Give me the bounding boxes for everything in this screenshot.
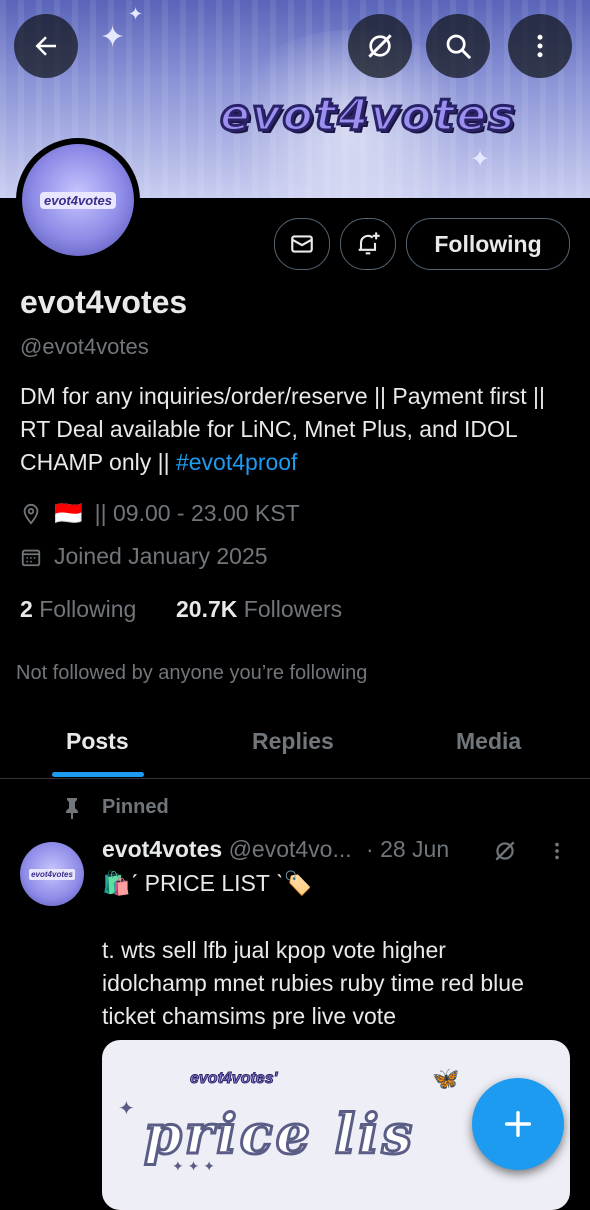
- post-author-name[interactable]: evot4votes: [102, 836, 222, 862]
- avatar-logo-text: evot4votes: [40, 191, 116, 209]
- location-text: || 09.00 - 23.00 KST: [94, 500, 300, 526]
- tab-replies[interactable]: Replies: [252, 728, 334, 755]
- envelope-icon: [291, 235, 313, 253]
- tab-media[interactable]: Media: [456, 728, 521, 755]
- post-header: evot4votes @evot4vo... · 28 Jun: [102, 836, 449, 863]
- search-button[interactable]: [426, 14, 490, 78]
- sparkle-icon: ✦: [100, 21, 126, 54]
- pinned-label: Pinned: [102, 796, 169, 818]
- more-vertical-icon: [537, 34, 543, 58]
- followers-label: Followers: [243, 596, 343, 622]
- profile-location: 🇮🇩 || 09.00 - 23.00 KST: [20, 500, 300, 527]
- post-author-avatar[interactable]: evot4votes: [20, 842, 84, 906]
- social-context: Not followed by anyone you’re following: [16, 662, 368, 684]
- arrow-left-icon: [35, 36, 56, 56]
- joined-text: Joined January 2025: [54, 543, 268, 569]
- post-body: t. wts sell lfb jual kpop vote higher id…: [102, 937, 524, 1029]
- calendar-icon: [21, 549, 41, 566]
- notifications-button[interactable]: [340, 218, 396, 270]
- post-date[interactable]: · 28 Jun: [366, 836, 449, 862]
- following-button[interactable]: Following: [406, 218, 570, 270]
- profile-name: evot4votes: [20, 284, 188, 320]
- following-count: 2: [20, 596, 33, 622]
- profile-joined: Joined January 2025: [20, 543, 268, 570]
- search-icon: [446, 34, 471, 59]
- following-stat[interactable]: 2 Following: [20, 596, 136, 623]
- followers-stat[interactable]: 20.7K Followers: [176, 596, 342, 623]
- banner-logo-text: evot4votes: [218, 89, 517, 143]
- post-author-handle[interactable]: @evot4vo...: [229, 836, 352, 862]
- pin-icon: [62, 796, 82, 825]
- sparkle-icon: ✦ ✦ ✦: [172, 1158, 215, 1174]
- location-flag: 🇮🇩: [54, 500, 83, 526]
- grok-button[interactable]: [348, 14, 412, 78]
- compose-button[interactable]: [472, 1078, 564, 1170]
- card-title-text: price lis: [142, 1101, 416, 1168]
- profile-bio: DM for any inquiries/order/reserve || Pa…: [20, 380, 576, 479]
- post-avatar-text: evot4votes: [29, 868, 75, 880]
- bell-plus-icon: [358, 232, 380, 255]
- followers-count: 20.7K: [176, 596, 238, 622]
- post-headline: 🛍️ˊ PRICE LIST ˋ🏷️: [102, 870, 313, 896]
- message-button[interactable]: [274, 218, 330, 270]
- tab-posts[interactable]: Posts: [66, 728, 129, 755]
- back-button[interactable]: [14, 14, 78, 78]
- following-label: Following: [39, 596, 137, 622]
- tabs-divider: [0, 778, 590, 779]
- post-grok-icon[interactable]: [492, 838, 518, 869]
- post-more-icon[interactable]: [546, 840, 568, 867]
- sparkle-icon: ✦: [470, 146, 491, 173]
- location-pin-icon: [23, 503, 39, 525]
- bio-hashtag-link[interactable]: #evot4proof: [176, 449, 297, 475]
- plus-icon: [504, 1110, 532, 1138]
- profile-handle: @evot4votes: [20, 334, 149, 359]
- sparkle-icon: ✦: [118, 1098, 135, 1120]
- sparkle-icon: ✦: [128, 4, 144, 24]
- card-brand-text: evot4votes': [189, 1070, 278, 1088]
- more-options-button[interactable]: [508, 14, 572, 78]
- butterfly-icon: 🦋: [432, 1066, 460, 1091]
- profile-avatar[interactable]: evot4votes: [16, 138, 140, 262]
- grok-icon: [368, 34, 392, 58]
- active-tab-indicator: [52, 772, 144, 777]
